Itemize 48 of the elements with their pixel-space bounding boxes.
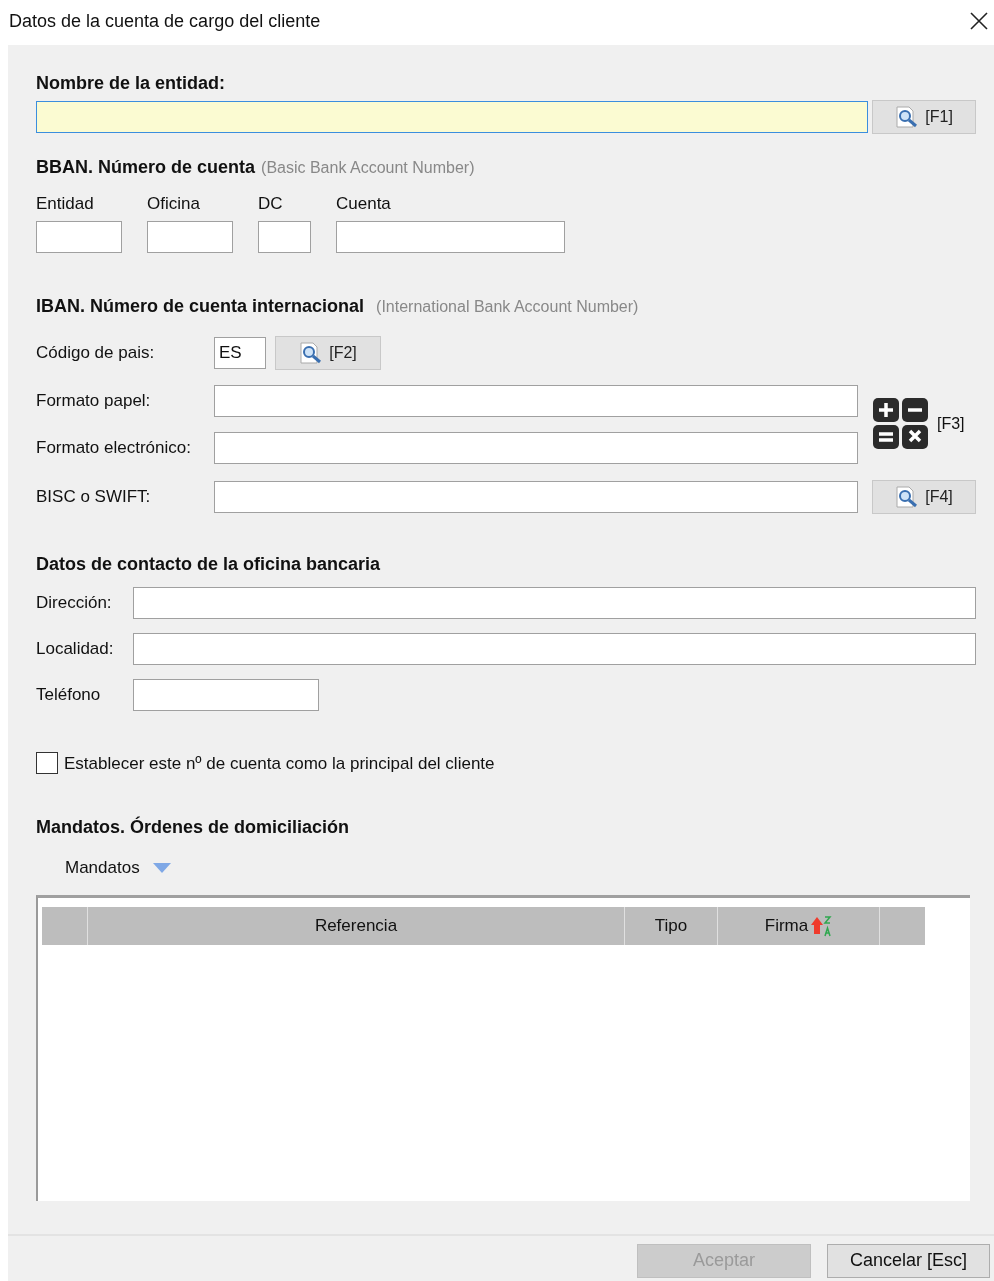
shortcut-label: [F3] bbox=[937, 414, 965, 434]
field-label: BISC o SWIFT: bbox=[36, 485, 152, 508]
section-subtitle: (International Bank Account Number) bbox=[376, 296, 639, 317]
lookup-button[interactable]: [F2] bbox=[275, 335, 381, 370]
text-field[interactable] bbox=[36, 101, 869, 133]
checkbox-label: Establecer este nº de cuenta como la principal del cliente bbox=[64, 752, 495, 775]
text-field[interactable] bbox=[214, 431, 858, 464]
field-label: Dirección: bbox=[36, 591, 113, 614]
text-field[interactable] bbox=[336, 220, 565, 253]
section-title: Nombre de la entidad: bbox=[36, 72, 227, 95]
text-field[interactable] bbox=[133, 586, 976, 619]
checkbox[interactable] bbox=[36, 752, 58, 775]
section-title: BBAN. Número de cuenta bbox=[36, 156, 256, 179]
header-cell bbox=[42, 906, 88, 945]
window-title: Datos de la cuenta de cargo del cliente bbox=[9, 9, 321, 33]
text-field[interactable] bbox=[147, 220, 233, 253]
field-label: DC bbox=[258, 193, 284, 215]
section-subtitle: (Basic Bank Account Number) bbox=[261, 158, 475, 178]
text-field[interactable] bbox=[36, 220, 122, 253]
text-field[interactable] bbox=[133, 632, 976, 665]
mandates-menu[interactable]: Mandatos bbox=[65, 855, 140, 881]
sort-icon bbox=[810, 914, 833, 937]
calculator-icon[interactable] bbox=[873, 398, 929, 450]
column-header[interactable]: Tipo bbox=[625, 906, 718, 945]
field-label: Teléfono bbox=[36, 683, 102, 706]
column-header[interactable]: Firma bbox=[718, 906, 880, 945]
column-header[interactable]: Referencia bbox=[88, 906, 625, 945]
field-label: Código de pais: bbox=[36, 341, 156, 364]
text-field[interactable] bbox=[214, 384, 858, 417]
dialog-button[interactable]: Cancelar [Esc] bbox=[827, 1243, 990, 1278]
field-label: Localidad: bbox=[36, 637, 115, 660]
section-title: Mandatos. Órdenes de domiciliación bbox=[36, 815, 351, 839]
lookup-button[interactable]: [F4] bbox=[872, 479, 976, 514]
dropdown-arrow-icon[interactable] bbox=[151, 861, 172, 874]
text-field[interactable] bbox=[258, 220, 311, 253]
field-label: Entidad bbox=[36, 193, 95, 215]
field-label: Cuenta bbox=[336, 193, 392, 215]
header-cell bbox=[880, 906, 925, 945]
field-label: Formato papel: bbox=[36, 389, 152, 412]
text-field[interactable]: ES bbox=[214, 336, 266, 369]
section-title: IBAN. Número de cuenta internacional bbox=[36, 294, 365, 318]
lookup-button[interactable]: [F1] bbox=[872, 100, 976, 134]
text-field[interactable] bbox=[133, 678, 319, 711]
field-label: Formato electrónico: bbox=[36, 436, 192, 459]
section-title: Datos de contacto de la oficina bancaria bbox=[36, 552, 382, 576]
close-icon[interactable] bbox=[968, 10, 990, 32]
field-label: Oficina bbox=[147, 193, 201, 215]
text-field[interactable] bbox=[214, 480, 858, 513]
